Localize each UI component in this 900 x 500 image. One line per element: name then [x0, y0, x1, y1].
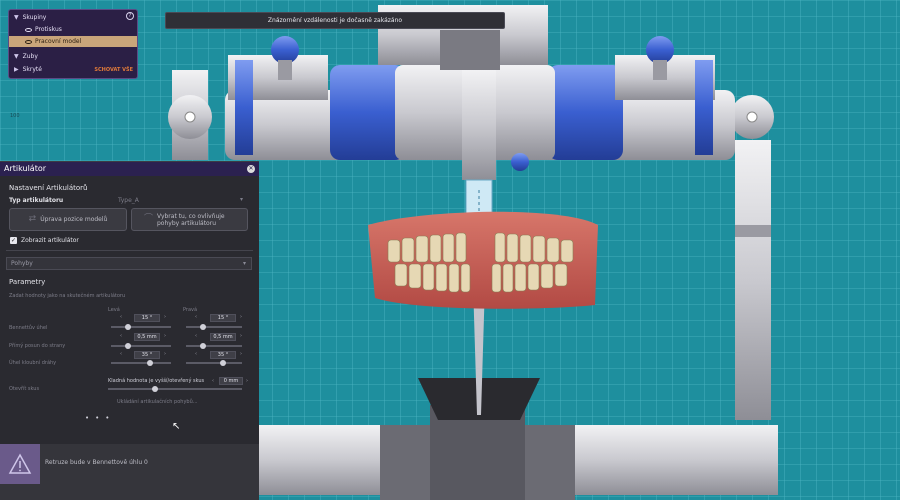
groups-title: Skupiny	[22, 14, 47, 21]
decrement-button[interactable]: ‹	[120, 351, 122, 357]
group-teeth-label: Zuby	[22, 53, 38, 60]
groups-panel: ▼ Skupiny ? Protiskus Pracovní model ▼ Z…	[8, 9, 138, 79]
params-hint: Zadat hodnoty jako na skutečném artikulá…	[9, 293, 126, 299]
panel-title: Artikulátor	[0, 162, 259, 176]
slider-knob[interactable]	[125, 343, 131, 349]
select-influencing-button[interactable]: ⌒ Vybrat tu, co ovlivňuje pohyby artikul…	[131, 208, 248, 231]
increment-button[interactable]: ›	[164, 333, 166, 339]
divider	[6, 250, 253, 251]
decrement-button[interactable]: ‹	[195, 333, 197, 339]
eye-icon[interactable]	[25, 39, 32, 44]
opening-value[interactable]: 0 mm	[219, 377, 243, 385]
chevron-down-icon: ▼	[14, 14, 19, 21]
group-item-label: Protiskus	[35, 26, 62, 33]
group-teeth[interactable]: ▼ Zuby	[9, 51, 137, 62]
group-item-working-model[interactable]: Pracovní model	[9, 36, 137, 47]
shift-right-value[interactable]: 0,5 mm	[210, 333, 236, 341]
movements-label: Pohyby	[11, 260, 33, 267]
type-select[interactable]: Type_A	[118, 197, 139, 204]
condylar-right-value[interactable]: 35 °	[210, 351, 236, 359]
bennett-label: Bennettův úhel	[9, 325, 48, 331]
slider-knob[interactable]	[147, 360, 153, 366]
decrement-button[interactable]: ‹	[195, 351, 197, 357]
distance-disabled-notice: Znázornění vzdálenosti je dočasně zakázá…	[165, 12, 505, 29]
loading-spinner: •••	[85, 414, 116, 422]
condylar-left-value[interactable]: 35 °	[134, 351, 160, 359]
column-left-label: Levá	[108, 307, 120, 313]
warning-icon	[0, 444, 40, 484]
increment-button[interactable]: ›	[164, 314, 166, 320]
shift-left-slider[interactable]	[111, 343, 171, 349]
help-icon[interactable]: ?	[126, 12, 134, 20]
show-articulator-checkbox[interactable]: ✓	[10, 237, 17, 244]
condylar-label: Úhel kloubní dráhy	[9, 360, 57, 366]
bennett-left-slider[interactable]	[111, 324, 171, 330]
settings-heading: Nastavení Artikulátorů	[9, 184, 88, 192]
slider-knob[interactable]	[220, 360, 226, 366]
movements-dropdown[interactable]: Pohyby ▾	[6, 257, 252, 270]
warning-bar: Retruze bude v Bennettově úhlu 0	[0, 444, 259, 500]
select-influencing-label: Vybrat tu, co ovlivňuje pohyby artikulát…	[157, 212, 225, 227]
adjust-models-label: Úprava pozice modelů	[40, 216, 108, 223]
chevron-right-icon: ▶	[14, 66, 19, 73]
groups-header[interactable]: ▼ Skupiny	[9, 12, 137, 23]
group-hidden-label: Skryté	[22, 66, 42, 73]
eye-icon[interactable]	[25, 27, 32, 32]
bennett-right-value[interactable]: 15 °	[210, 314, 236, 322]
group-item-protiskus[interactable]: Protiskus	[9, 24, 137, 35]
slider-knob[interactable]	[200, 324, 206, 330]
opening-hint: Kladná hodnota je vyšší/otevřený skus	[108, 378, 205, 384]
articulator-panel: Artikulátor ✕ Nastavení Artikulátorů Typ…	[0, 161, 259, 444]
decrement-button[interactable]: ‹	[120, 333, 122, 339]
cursor-icon: ↖	[172, 421, 181, 432]
move-icon: ⇄	[28, 214, 37, 224]
shift-label: Přímý posun do strany	[9, 343, 66, 349]
condylar-left-slider[interactable]	[111, 360, 171, 366]
shift-left-value[interactable]: 0,5 mm	[134, 333, 160, 341]
shift-right-slider[interactable]	[186, 343, 242, 349]
decrement-button[interactable]: ‹	[195, 314, 197, 320]
opening-slider[interactable]	[108, 386, 242, 392]
adjust-models-button[interactable]: ⇄ Úprava pozice modelů	[9, 208, 127, 231]
increment-button[interactable]: ›	[240, 314, 242, 320]
column-right-label: Pravá	[183, 307, 198, 313]
condylar-right-slider[interactable]	[186, 360, 242, 366]
bennett-left-value[interactable]: 15 °	[134, 314, 160, 322]
warning-text: Retruze bude v Bennettově úhlu 0	[45, 459, 148, 466]
decrement-button[interactable]: ‹	[120, 314, 122, 320]
close-icon[interactable]: ✕	[247, 165, 255, 173]
saving-status: Ukládání artikulačních pohybů...	[117, 399, 198, 405]
increment-button[interactable]: ›	[240, 351, 242, 357]
increment-button[interactable]: ›	[246, 378, 248, 384]
opening-label: Otevřít skus	[9, 386, 40, 392]
type-label: Typ artikulátoru	[9, 197, 64, 204]
increment-button[interactable]: ›	[164, 351, 166, 357]
group-hidden[interactable]: ▶ Skryté SCHOVAT VŠE	[9, 64, 137, 75]
slider-knob[interactable]	[152, 386, 158, 392]
hide-all-button[interactable]: SCHOVAT VŠE	[94, 67, 133, 73]
chevron-down-icon: ▾	[242, 260, 246, 267]
chevron-down-icon[interactable]: ▾	[240, 196, 243, 203]
axis-tick: 100	[10, 113, 20, 119]
decrement-button[interactable]: ‹	[212, 378, 214, 384]
slider-knob[interactable]	[125, 324, 131, 330]
chevron-down-icon: ▼	[14, 53, 19, 60]
group-item-label: Pracovní model	[35, 38, 82, 45]
show-articulator-label: Zobrazit artikulátor	[21, 237, 79, 244]
slider-knob[interactable]	[200, 343, 206, 349]
right-post	[735, 140, 771, 420]
params-heading: Parametry	[9, 278, 46, 286]
arc-icon: ⌒	[143, 214, 153, 224]
increment-button[interactable]: ›	[240, 333, 242, 339]
bennett-right-slider[interactable]	[186, 324, 242, 330]
